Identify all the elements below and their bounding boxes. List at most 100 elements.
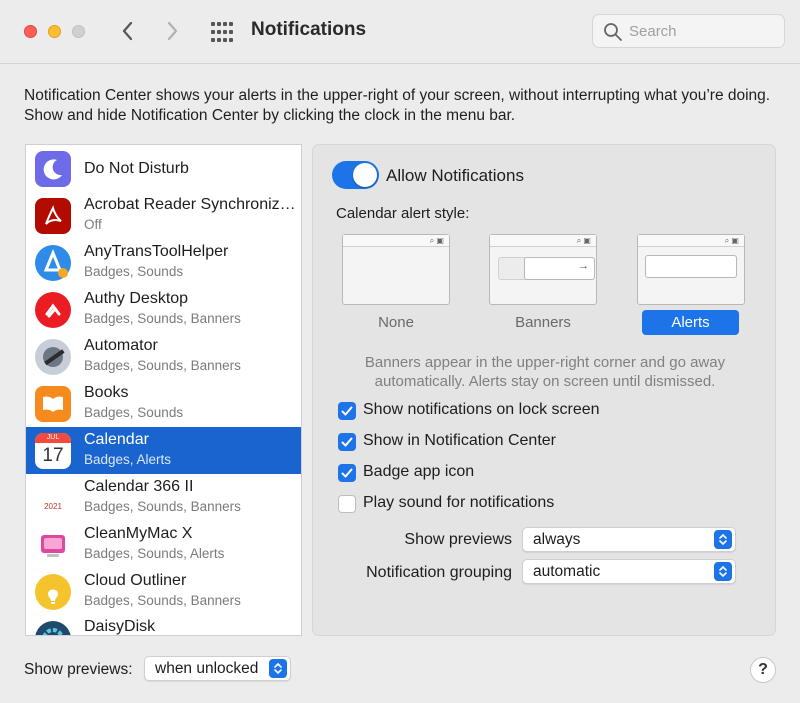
alert-box [645,255,737,278]
app-name: DaisyDisk [84,618,156,635]
lock-screen-label: Show notifications on lock screen [363,401,600,418]
app-name: AnyTransToolHelper [84,243,229,260]
cloud-outliner-icon [35,574,71,610]
app-name: CleanMyMac X [84,525,193,542]
updown-arrows-icon [269,659,287,678]
preview-menubar: ⌕ ▣ [343,235,449,247]
app-notification-summary: Badges, Alerts [84,452,172,467]
app-notification-summary: Badges, Sounds [84,405,184,420]
app-name: Books [84,384,129,401]
app-notification-summary: Badges, Sounds, Banners [84,593,241,608]
list-item-authy[interactable]: Authy Desktop Badges, Sounds, Banners [26,286,301,333]
list-item-daisydisk[interactable]: DaisyDisk [26,615,301,635]
style-none-preview[interactable]: ⌕ ▣ [342,234,450,305]
acrobat-icon [35,198,71,234]
notification-center-checkbox[interactable] [338,433,356,451]
app-notification-summary: Badges, Sounds, Alerts [84,546,225,561]
moon-icon [35,151,71,187]
list-item-cleanmymac[interactable]: CleanMyMac X Badges, Sounds, Alerts [26,521,301,568]
lock-screen-checkbox[interactable] [338,402,356,420]
cleanmymac-icon [35,527,71,563]
checkmark-icon [341,406,353,416]
chevron-right-icon [167,21,178,41]
search-field[interactable] [592,14,785,48]
show-previews-select[interactable]: always [522,527,736,552]
style-alerts-label[interactable]: Alerts [642,310,739,335]
list-item-cloud-outliner[interactable]: Cloud Outliner Badges, Sounds, Banners [26,568,301,615]
show-previews-label: Show previews [404,531,512,548]
app-notification-summary: Badges, Sounds, Banners [84,499,241,514]
list-item-calendar-366[interactable]: 2021 Calendar 366 II Badges, Sounds, Ban… [26,474,301,521]
toggle-knob [353,163,377,187]
forward-button[interactable] [160,17,184,45]
allow-notifications-toggle[interactable] [332,161,379,189]
grid-icon [211,22,233,42]
minimize-window-button[interactable] [48,25,61,38]
sound-label: Play sound for notifications [363,494,555,511]
list-item-automator[interactable]: Automator Badges, Sounds, Banners [26,333,301,380]
settings-panel: Allow Notifications Calendar alert style… [312,144,776,636]
app-name: Calendar 366 II [84,478,194,495]
calendar-icon: JUL 17 [35,433,71,469]
updown-arrows-icon [714,530,732,549]
notifications-window: Notifications Notification Center shows … [0,0,800,703]
notification-grouping-value: automatic [533,563,601,580]
back-button[interactable] [116,17,140,45]
style-alerts-preview[interactable]: ⌕ ▣ [637,234,745,305]
sound-checkbox[interactable] [338,495,356,513]
preview-menubar: ⌕ ▣ [638,235,744,247]
app-name: Cloud Outliner [84,572,187,589]
notification-grouping-select[interactable]: automatic [522,559,736,584]
calendar-366-icon: 2021 [35,480,71,516]
menubar-icons: ⌕ ▣ [576,236,591,245]
show-all-button[interactable] [210,21,234,43]
app-name: Authy Desktop [84,290,189,307]
title-bar: Notifications [0,0,800,64]
list-item-calendar[interactable]: JUL 17 Calendar Badges, Alerts [26,427,301,474]
checkmark-icon [341,468,353,478]
footer-previews-select[interactable]: when unlocked [144,656,291,681]
app-notification-summary: Badges, Sounds, Banners [84,311,241,326]
menubar-icons: ⌕ ▣ [429,236,444,245]
list-item-do-not-disturb[interactable]: Do Not Disturb [26,145,301,192]
style-banners-label[interactable]: Banners [489,314,597,331]
notification-center-label: Show in Notification Center [363,432,556,449]
chevron-left-icon [122,21,133,41]
search-input[interactable] [629,20,779,42]
description-text: Notification Center shows your alerts in… [24,87,771,124]
help-button[interactable]: ? [750,657,776,683]
calendar-366-icon-year: 2021 [44,502,62,511]
footer-previews-value: when unlocked [155,660,259,677]
style-banners-preview[interactable]: ⌕ ▣ → [489,234,597,305]
list-item-books[interactable]: Books Badges, Sounds [26,380,301,427]
calendar-icon-month: JUL [35,433,71,443]
checkmark-icon [341,437,353,447]
badge-checkbox[interactable] [338,464,356,482]
daisydisk-icon [35,621,71,635]
list-item-acrobat[interactable]: Acrobat Reader Synchroniz… Off [26,192,301,239]
zoom-window-button[interactable] [72,25,85,38]
arrow-right-icon: → [578,260,589,272]
search-icon [604,23,622,41]
app-name: Do Not Disturb [84,160,189,177]
app-list[interactable]: Do Not Disturb Acrobat Reader Synchroniz… [25,144,302,636]
alert-style-label: Calendar alert style: [336,205,470,222]
app-notification-summary: Badges, Sounds, Banners [84,358,241,373]
footer-previews-label: Show previews: [24,661,133,678]
menubar-icons: ⌕ ▣ [724,236,739,245]
style-none-label[interactable]: None [342,314,450,331]
close-window-button[interactable] [24,25,37,38]
app-notification-summary: Off [84,217,102,232]
list-item-anytrans[interactable]: AnyTransToolHelper Badges, Sounds [26,239,301,286]
alert-style-explanation: Banners appear in the upper-right corner… [364,354,726,390]
window-title: Notifications [251,19,367,40]
automator-icon [35,339,71,375]
app-name: Automator [84,337,158,354]
updown-arrows-icon [714,562,732,581]
app-notification-summary: Badges, Sounds [84,264,184,279]
books-icon [35,386,71,422]
calendar-icon-day: 17 [42,445,64,466]
authy-icon [35,292,71,328]
preview-menubar: ⌕ ▣ [490,235,596,247]
badge-label: Badge app icon [363,463,475,480]
